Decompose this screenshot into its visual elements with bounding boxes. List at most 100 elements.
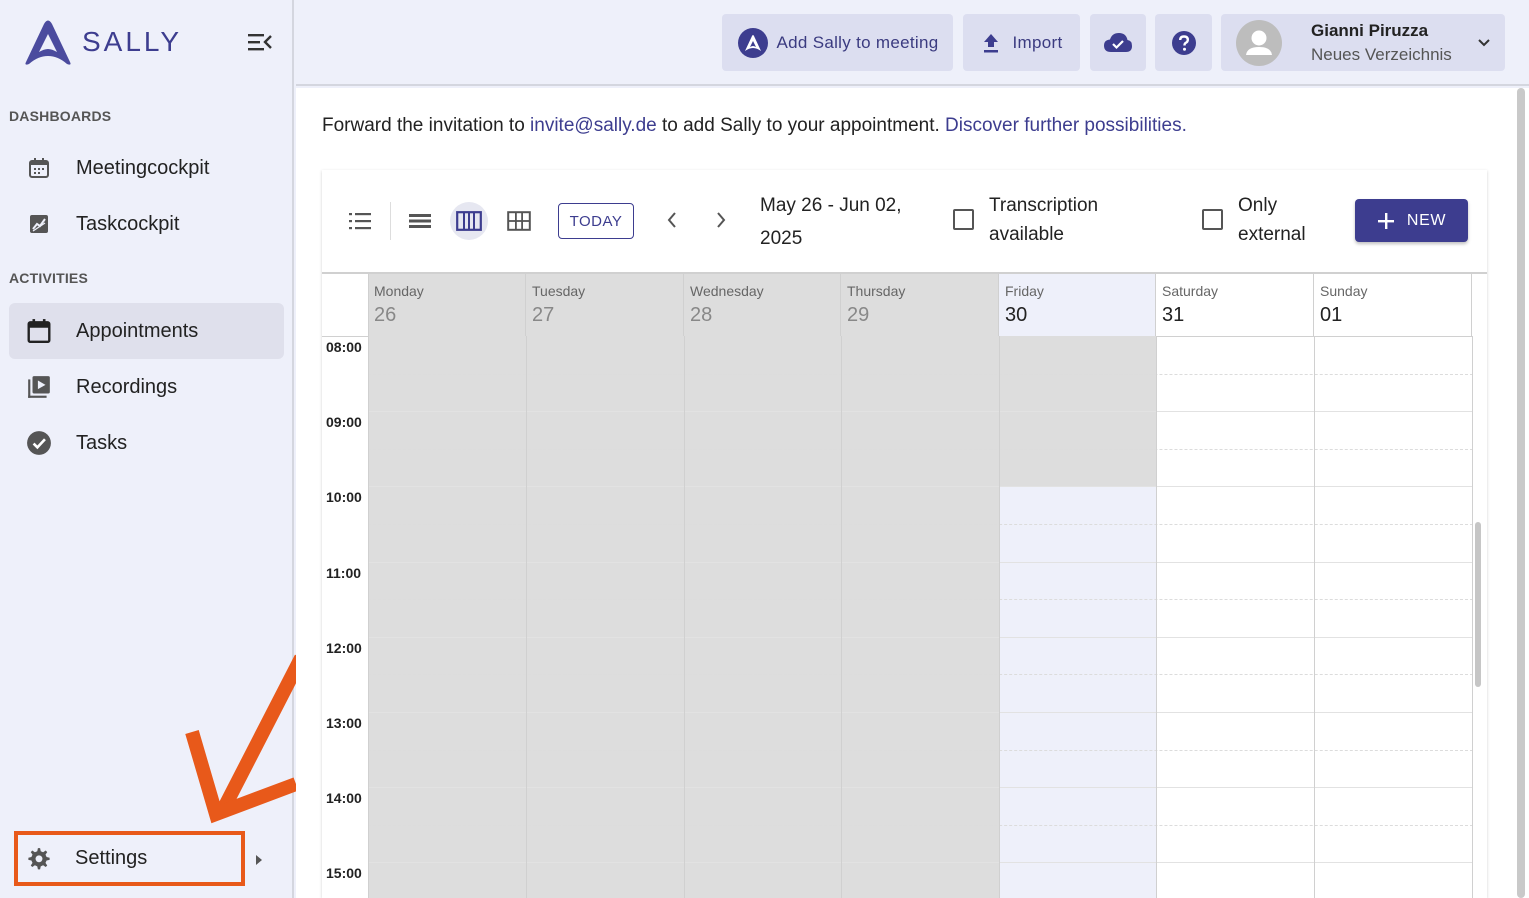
discover-possibilities-link[interactable]: Discover further possibilities. — [945, 115, 1187, 136]
time-label: 08:00 — [326, 339, 362, 355]
sidebar: SALLY DASHBOARDS Meetingcockpit Taskcock… — [0, 0, 308, 898]
new-appointment-button[interactable]: NEW — [1355, 199, 1468, 242]
day-header[interactable]: Tuesday 27 — [526, 274, 684, 336]
half-hour-line — [368, 749, 1473, 751]
sally-logo[interactable]: SALLY — [22, 18, 182, 66]
column-divider — [1314, 336, 1315, 898]
upload-icon — [983, 33, 998, 52]
day-name: Thursday — [847, 283, 906, 299]
hour-line — [368, 712, 1473, 713]
day-number: 26 — [374, 304, 397, 326]
half-hour-line — [368, 524, 1473, 525]
invite-text: Forward the invitation to — [322, 115, 531, 136]
check-circle-icon — [25, 429, 53, 457]
day-name: Saturday — [1162, 283, 1219, 299]
week-view-icon — [456, 211, 482, 231]
user-directory: Neues Verzeichnis — [1311, 44, 1452, 64]
collapse-menu-button[interactable] — [246, 30, 274, 54]
list-view-icon — [349, 213, 371, 230]
main-content: Forward the invitation to invite@sally.d… — [296, 88, 1529, 898]
today-button[interactable]: TODAY — [558, 203, 634, 239]
view-week-button[interactable] — [450, 202, 488, 240]
date-range-line: May 26 - Jun 02, — [760, 195, 902, 216]
video-library-icon — [25, 373, 53, 401]
time-label: 10:00 — [326, 489, 362, 506]
only-external-checkbox[interactable] — [1202, 209, 1223, 230]
previous-week-button[interactable] — [660, 208, 684, 232]
column-divider — [526, 336, 527, 898]
day-number: 27 — [532, 304, 555, 326]
new-label: NEW — [1406, 211, 1447, 229]
settings-label: Settings — [75, 847, 148, 869]
help-button[interactable] — [1155, 14, 1212, 71]
day-header[interactable]: Sunday 01 — [1314, 274, 1472, 336]
import-button[interactable]: Import — [963, 14, 1080, 71]
column-divider — [368, 274, 369, 336]
next-week-button[interactable] — [709, 208, 733, 232]
sidebar-item-appointments[interactable]: Appointments — [9, 303, 284, 359]
transcription-available-checkbox[interactable] — [953, 209, 974, 230]
day-view-icon — [409, 214, 431, 228]
day-header[interactable]: Monday 26 — [368, 274, 526, 336]
day-number: 01 — [1320, 304, 1343, 326]
sidebar-item-recordings[interactable]: Recordings — [9, 359, 284, 415]
invite-email-link[interactable]: invite@sally.de — [530, 115, 657, 136]
time-label: 12:00 — [326, 639, 362, 656]
hour-line — [368, 636, 1473, 638]
transcription-available-label[interactable]: Transcription available — [989, 191, 1098, 249]
column-divider — [1156, 336, 1157, 898]
chevron-left-icon — [667, 212, 676, 228]
settings-expand-caret[interactable] — [254, 852, 264, 868]
view-list-button[interactable] — [341, 202, 379, 240]
time-label: 11:00 — [326, 564, 362, 581]
sally-logo-icon — [25, 20, 71, 65]
section-label-activities: ACTIVITIES — [9, 270, 89, 286]
section-label-dashboards: DASHBOARDS — [9, 108, 112, 124]
menu-collapse-icon — [248, 34, 272, 51]
month-view-icon — [507, 211, 531, 231]
half-hour-line — [368, 448, 1473, 450]
sidebar-item-label: Meetingcockpit — [76, 156, 210, 179]
day-header[interactable]: Thursday 29 — [841, 274, 999, 336]
page-scrollbar[interactable] — [1517, 88, 1525, 898]
caret-right-icon — [256, 855, 262, 865]
filter-label-line: external — [1238, 224, 1306, 245]
sidebar-item-meetingcockpit[interactable]: Meetingcockpit — [9, 140, 284, 196]
add-sally-label: Add Sally to meeting — [776, 32, 939, 52]
calendar-scrollbar-thumb[interactable] — [1475, 522, 1481, 687]
view-day-button[interactable] — [401, 202, 439, 240]
filter-label-line: available — [989, 224, 1064, 245]
user-menu-button[interactable]: Gianni Piruzza Neues Verzeichnis — [1221, 14, 1505, 71]
sidebar-item-taskcockpit[interactable]: Taskcockpit — [9, 196, 284, 252]
gear-icon — [25, 845, 53, 873]
divider — [390, 202, 391, 240]
sidebar-item-tasks[interactable]: Tasks — [9, 415, 284, 471]
half-hour-line — [368, 599, 1473, 601]
chart-icon — [25, 210, 53, 238]
day-name: Wednesday — [690, 283, 764, 299]
date-range-line: 2025 — [760, 228, 803, 249]
sidebar-item-settings[interactable]: Settings — [14, 831, 245, 886]
sidebar-item-label: Recordings — [76, 375, 178, 398]
day-header[interactable]: Saturday 31 — [1156, 274, 1314, 336]
page-scrollbar-thumb[interactable] — [1517, 88, 1525, 898]
add-sally-to-meeting-button[interactable]: Add Sally to meeting — [722, 14, 953, 71]
view-month-button[interactable] — [500, 202, 538, 240]
chevron-right-icon — [717, 212, 726, 228]
only-external-label[interactable]: Only external — [1238, 191, 1306, 249]
day-header[interactable]: Wednesday 28 — [684, 274, 841, 336]
hour-line — [368, 411, 1473, 413]
hour-line — [368, 486, 1473, 488]
calendar-scrollbar[interactable] — [1475, 334, 1481, 796]
calendar: TODAY May 26 - Jun 02, 2025 Transcriptio… — [322, 170, 1487, 898]
hour-line — [368, 787, 1473, 789]
chevron-down-icon — [1478, 39, 1490, 47]
half-hour-line — [368, 373, 1473, 375]
day-header[interactable]: Friday 30 — [999, 274, 1156, 336]
column-divider — [684, 336, 685, 898]
column-divider — [841, 336, 842, 898]
day-column-bg — [841, 336, 999, 898]
time-label: 13:00 — [326, 715, 362, 731]
day-name: Sunday — [1320, 283, 1368, 299]
cloud-sync-button[interactable] — [1090, 14, 1146, 71]
